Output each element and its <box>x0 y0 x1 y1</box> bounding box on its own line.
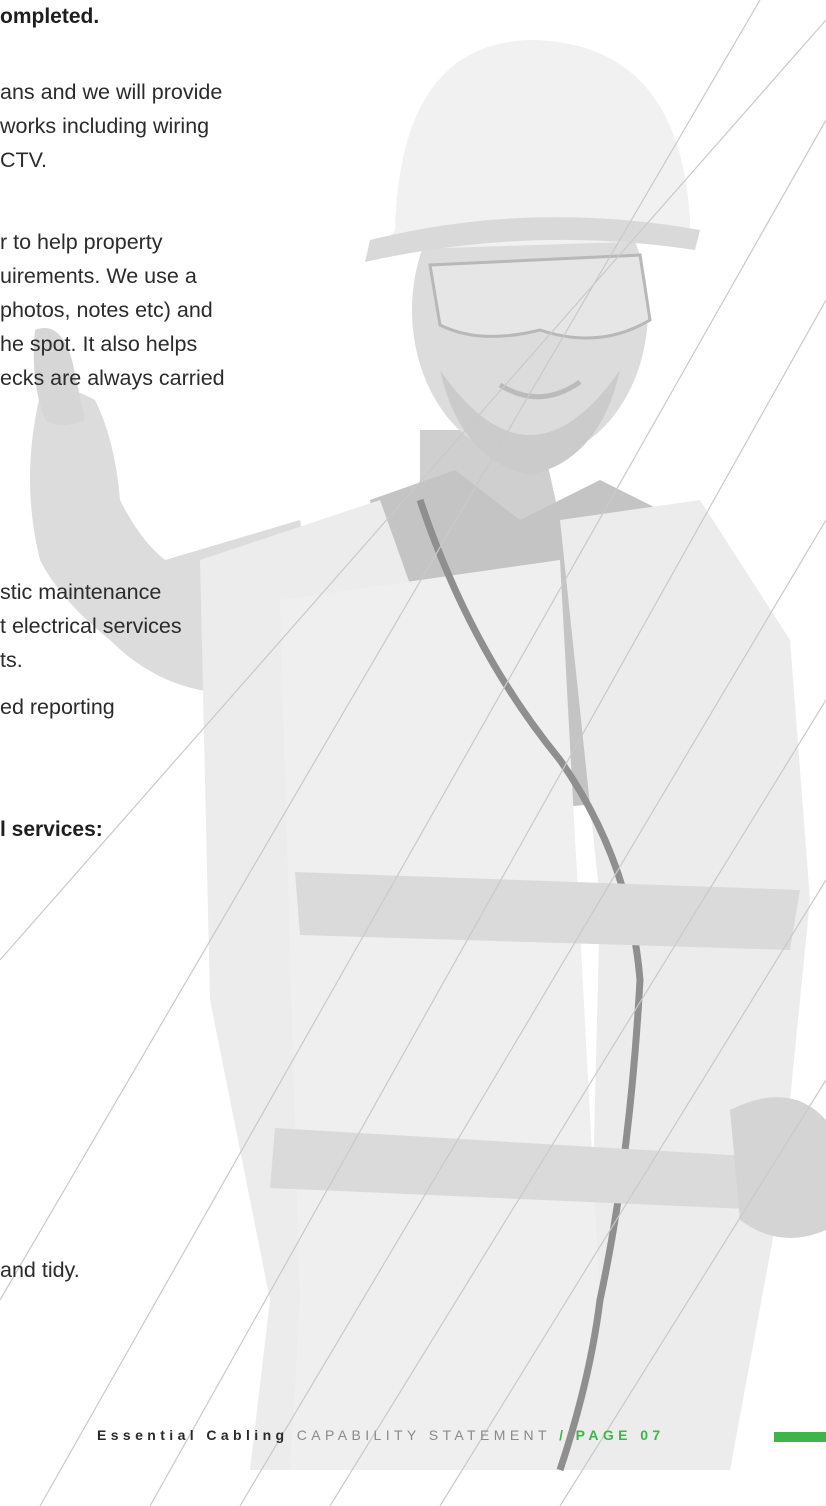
text-line: r to help property <box>0 230 163 254</box>
footer-brand: Essential Cabling <box>97 1427 289 1443</box>
footer-separator: / <box>559 1427 568 1443</box>
page-number: 07 <box>640 1427 665 1443</box>
text-line: ecks are always carried <box>0 366 225 390</box>
text-line: stic maintenance <box>0 580 162 604</box>
paragraph-installation: ans and we will provide works including … <box>0 75 222 177</box>
paragraph-maintenance: stic maintenance t electrical services t… <box>0 575 182 677</box>
footer-subtitle: CAPABILITY STATEMENT <box>296 1427 551 1443</box>
text-line: he spot. It also helps <box>0 332 198 356</box>
text-line: CTV. <box>0 148 47 172</box>
section-heading-completed: ompleted. <box>0 5 100 28</box>
text-line: ans and we will provide <box>0 80 223 104</box>
document-page: ompleted. ans and we will provide works … <box>0 0 826 1506</box>
footer-accent-bar <box>774 1432 826 1442</box>
text-line: ts. <box>0 648 23 672</box>
text-line: photos, notes etc) and <box>0 298 213 322</box>
text-line: and tidy. <box>0 1258 80 1282</box>
page-content: ompleted. ans and we will provide works … <box>0 0 826 1506</box>
text-line: ed reporting <box>0 695 115 719</box>
paragraph-reporting: ed reporting <box>0 690 115 724</box>
text-line: t electrical services <box>0 614 182 638</box>
text-line: uirements. We use a <box>0 264 197 288</box>
paragraph-inspections: r to help property uirements. We use a p… <box>0 225 225 395</box>
text-line: works including wiring <box>0 114 210 138</box>
paragraph-tidy: and tidy. <box>0 1253 80 1287</box>
section-heading-services: l services: <box>0 818 103 841</box>
page-footer: Essential Cabling CAPABILITY STATEMENT /… <box>97 1427 665 1443</box>
footer-page-label: PAGE <box>575 1427 632 1443</box>
